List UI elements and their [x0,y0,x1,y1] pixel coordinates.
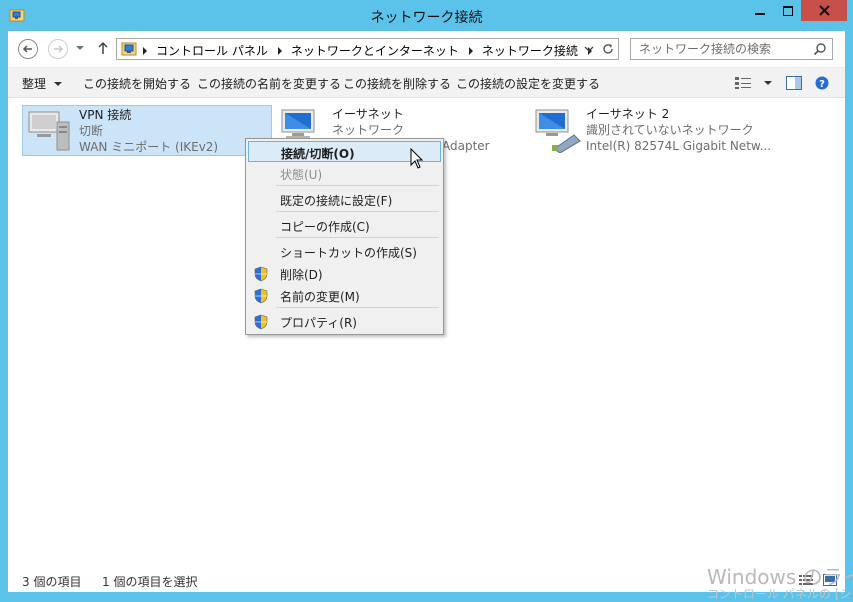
forward-button[interactable] [48,39,68,59]
rename-connection-button[interactable]: この接続の名前を変更する [197,75,341,92]
close-button[interactable] [801,0,847,21]
connection-ethernet-2[interactable]: イーサネット 2 識別されていないネットワーク Intel(R) 82574L … [530,105,780,156]
uac-shield-icon [254,288,268,304]
maximize-button[interactable] [774,0,801,21]
activation-watermark-subtext: コントロール パネルの [シ [707,587,852,601]
connection-name: イーサネット [332,107,404,121]
menu-separator [276,211,439,212]
menu-item-create-copy[interactable]: コピーの作成(C) [248,215,441,236]
connection-vpn[interactable]: VPN 接続 切断 WAN ミニポート (IKEv2) [22,105,272,156]
menu-item-label: プロパティ(R) [280,316,357,330]
help-icon[interactable]: ? [815,76,829,90]
selected-count: 1 個の項目を選択 [102,575,198,589]
menu-item-label: 状態(U) [280,168,323,182]
uac-shield-icon [254,266,268,282]
breadcrumb-items: コントロール パネル ネットワークとインターネット ネットワーク接続 [143,42,601,59]
menu-item-label: 削除(D) [280,268,323,282]
mouse-cursor-icon [410,148,424,169]
menu-item-rename[interactable]: 名前の変更(M) [248,285,441,306]
delete-connection-button[interactable]: この接続を削除する [343,75,451,92]
menu-item-label: 接続/切断(O) [281,147,355,161]
command-bar: 整理 この接続を開始する この接続の名前を変更する この接続を削除する この接続… [8,67,845,98]
back-arrow-icon [22,45,32,53]
maximize-icon [782,5,793,16]
menu-item-create-shortcut[interactable]: ショートカットの作成(S) [248,241,441,262]
uac-shield-icon [254,314,268,330]
search-input[interactable] [631,39,819,59]
preview-pane-icon[interactable] [786,76,802,90]
svg-text:?: ? [819,79,825,90]
search-box[interactable] [630,38,833,60]
menu-item-properties[interactable]: プロパティ(R) [248,311,441,332]
title-bar[interactable]: ネットワーク接続 [0,0,853,31]
up-arrow-icon[interactable] [96,39,110,57]
search-icon[interactable] [813,42,827,56]
address-bar: コントロール パネル ネットワークとインターネット ネットワーク接続 [8,31,845,67]
menu-item-label: 名前の変更(M) [280,290,360,304]
breadcrumb-control-panel[interactable]: コントロール パネル [156,42,268,59]
breadcrumb-network-connections[interactable]: ネットワーク接続 [482,42,578,59]
menu-separator [276,237,439,238]
menu-separator [276,185,439,186]
recent-locations-icon[interactable] [74,41,86,55]
breadcrumb[interactable]: コントロール パネル ネットワークとインターネット ネットワーク接続 [116,38,619,60]
change-view-icon[interactable] [734,76,752,90]
connection-device: WAN ミニポート (IKEv2) [79,140,219,154]
menu-item-label: ショートカットの作成(S) [280,246,417,260]
connection-status: 切断 [79,124,104,138]
caret-down-icon [54,81,63,86]
item-count: 3 個の項目 [22,575,82,589]
connection-device: Intel(R) 82574L Gigabit Netw... [586,139,772,153]
change-settings-button[interactable]: この接続の設定を変更する [456,75,600,92]
connection-name: VPN 接続 [79,108,132,122]
connection-name: イーサネット 2 [586,107,670,121]
organize-label: 整理 [22,77,47,91]
minimize-icon [755,12,765,15]
window-title: ネットワーク接続 [370,10,483,26]
menu-separator [276,307,439,308]
menu-item-set-default[interactable]: 既定の接続に設定(F) [248,189,441,210]
chevron-down-icon[interactable] [583,42,595,56]
breadcrumb-separator-icon[interactable] [277,46,282,55]
breadcrumb-network-internet[interactable]: ネットワークとインターネット [291,42,459,59]
refresh-icon[interactable] [601,42,615,56]
back-button[interactable] [18,39,38,59]
menu-item-label: コピーの作成(C) [280,220,370,234]
ethernet-adapter-icon [535,109,581,153]
breadcrumb-separator-icon[interactable] [468,46,473,55]
organize-button[interactable]: 整理 [22,75,63,92]
menu-item-label: 既定の接続に設定(F) [280,194,393,208]
breadcrumb-separator-icon[interactable] [143,46,147,55]
connection-status: 識別されていないネットワーク [586,123,754,137]
explorer-window: ネットワーク接続 コントロール パネル ネットワークとインターネット ネットワー… [0,0,853,601]
menu-item-delete[interactable]: 削除(D) [248,263,441,284]
connection-status: ネットワーク [332,123,405,137]
forward-arrow-icon [54,45,64,53]
network-connections-icon [121,42,137,56]
connection-vpn-text: VPN 接続 切断 WAN ミニポート (IKEv2) [79,107,218,155]
minimize-button[interactable] [746,0,774,21]
start-connection-button[interactable]: この接続を開始する [83,75,191,92]
connection-ethernet-2-text: イーサネット 2 識別されていないネットワーク Intel(R) 82574L … [586,106,771,154]
close-icon [818,5,830,16]
vpn-computer-icon [28,111,70,151]
view-options-caret-icon[interactable] [764,81,772,85]
